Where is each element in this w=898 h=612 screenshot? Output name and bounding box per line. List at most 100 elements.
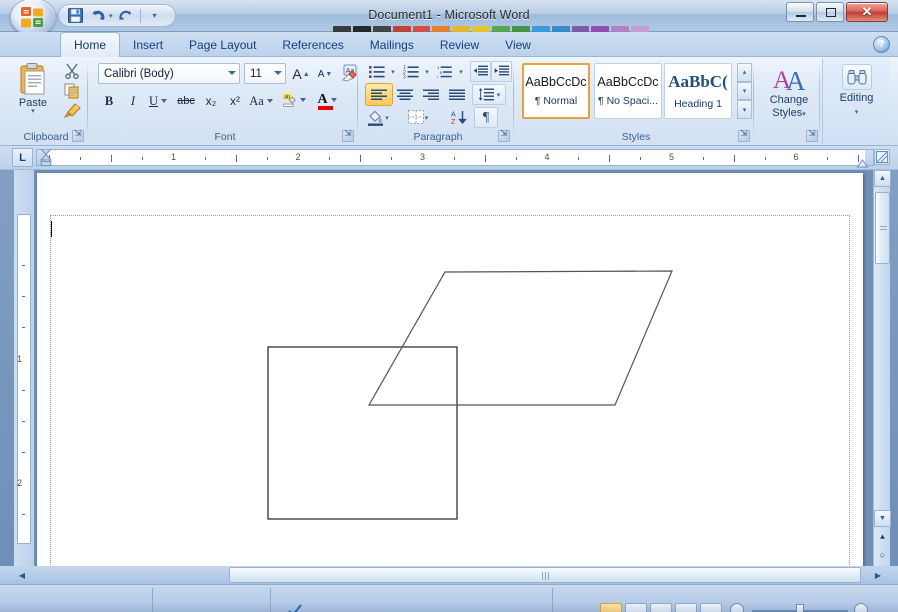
redo-button[interactable] <box>116 6 136 25</box>
chevron-down-icon[interactable] <box>266 99 273 103</box>
styles-scroll-down-button[interactable]: ▾ <box>737 81 752 101</box>
tab-home[interactable]: Home <box>60 32 121 57</box>
bullets-dropdown[interactable]: ▾ <box>388 66 398 78</box>
chevron-down-icon[interactable] <box>330 98 337 102</box>
office-button[interactable] <box>10 0 56 36</box>
ruler-tick-major <box>360 155 362 162</box>
multilevel-list-button[interactable]: 1 a i <box>434 62 456 82</box>
shape-parallelogram[interactable] <box>367 270 673 406</box>
svg-text:A: A <box>451 112 456 119</box>
scroll-down-button[interactable]: ▼ <box>874 510 891 527</box>
text-highlight-button[interactable]: ab <box>282 89 306 111</box>
format-painter-button[interactable] <box>60 101 84 121</box>
clipboard-dialog-launcher[interactable] <box>72 128 84 142</box>
justify-button[interactable] <box>444 84 470 105</box>
tab-insert[interactable]: Insert <box>120 32 176 57</box>
view-ruler-icon <box>876 151 888 163</box>
tab-page-layout[interactable]: Page Layout <box>176 32 269 57</box>
show-formatting-marks-button[interactable]: ¶ <box>474 107 498 128</box>
numbering-dropdown[interactable]: ▾ <box>422 66 432 78</box>
vertical-ruler[interactable]: 12 <box>14 170 34 582</box>
vertical-scrollbar[interactable]: ▲ ▼ ⯅ ○ ⯆ <box>873 170 891 582</box>
scroll-left-button[interactable]: ◀ <box>14 567 30 583</box>
left-indent-marker[interactable] <box>39 149 53 168</box>
chevron-down-icon[interactable] <box>274 71 282 75</box>
underline-button[interactable]: U <box>146 90 170 112</box>
grow-font-button[interactable]: A ▲ <box>290 63 312 85</box>
font-dialog-launcher[interactable] <box>342 128 354 142</box>
align-left-button[interactable] <box>365 83 393 106</box>
customize-qat-button[interactable]: ▾ <box>145 6 165 25</box>
strikethrough-button[interactable]: abc <box>174 90 198 112</box>
font-size-combo[interactable]: 11 <box>244 63 286 84</box>
view-ruler-button[interactable] <box>874 149 890 165</box>
shading-dropdown[interactable] <box>392 107 402 125</box>
close-button[interactable]: ✕ <box>846 2 888 22</box>
scroll-up-button[interactable]: ▲ <box>874 170 891 187</box>
align-right-button[interactable] <box>418 84 444 105</box>
vertical-scroll-thumb[interactable] <box>875 192 890 264</box>
borders-dropdown[interactable] <box>432 107 442 125</box>
undo-dropdown-arrow[interactable]: ▾ <box>109 12 113 20</box>
previous-page-button[interactable]: ⯅ <box>874 528 891 546</box>
borders-button[interactable]: ▾ <box>406 107 430 128</box>
chevron-down-icon[interactable] <box>161 99 168 103</box>
shape-rectangle[interactable] <box>267 346 458 520</box>
font-name-combo[interactable]: Calibri (Body) <box>98 63 240 84</box>
bullets-button[interactable] <box>366 62 388 82</box>
style-card-heading-1[interactable]: AaBbC( Heading 1 <box>664 63 732 119</box>
drawing-canvas[interactable] <box>37 173 863 582</box>
shrink-font-button[interactable]: A ▼ <box>314 63 336 85</box>
tab-view[interactable]: View <box>492 32 544 57</box>
document-page[interactable] <box>37 173 863 582</box>
copy-button[interactable] <box>60 81 84 101</box>
horizontal-scroll-thumb[interactable] <box>229 567 861 583</box>
ribbon-group-editing: Editing ▾ <box>822 58 890 144</box>
superscript-button[interactable]: x² <box>224 90 246 112</box>
italic-button[interactable]: I <box>122 90 144 112</box>
horizontal-scrollbar[interactable]: ◀ ▶ <box>14 566 886 584</box>
tab-references[interactable]: References <box>269 32 356 57</box>
chevron-down-icon[interactable] <box>300 98 306 102</box>
document-area[interactable] <box>34 170 874 582</box>
sort-button[interactable]: A Z <box>446 107 470 128</box>
select-browse-object-button[interactable]: ○ <box>874 546 891 564</box>
clear-formatting-button[interactable]: Aa <box>338 62 362 84</box>
style-card-no-spacing[interactable]: AaBbCcDc ¶ No Spaci... <box>594 63 662 119</box>
restore-button[interactable] <box>816 2 844 22</box>
minimize-button[interactable] <box>786 2 814 22</box>
align-center-button[interactable] <box>392 84 418 105</box>
paragraph-dialog-launcher[interactable] <box>498 128 510 142</box>
increase-indent-button[interactable] <box>491 61 512 82</box>
decrease-indent-button[interactable] <box>470 61 491 82</box>
tab-mailings[interactable]: Mailings <box>357 32 427 57</box>
paste-dropdown-arrow[interactable]: ▾ <box>31 108 35 115</box>
up-arrow-icon: ▲ <box>302 70 310 78</box>
font-color-button[interactable]: A <box>314 89 340 111</box>
tab-review[interactable]: Review <box>427 32 492 57</box>
change-case-button[interactable]: Aa <box>248 90 274 112</box>
paste-button[interactable]: Paste ▾ <box>10 62 56 124</box>
save-button[interactable] <box>65 6 85 25</box>
tab-stop-selector[interactable]: L <box>12 148 33 167</box>
subscript-button[interactable]: x₂ <box>200 90 222 112</box>
line-spacing-button[interactable]: ▾ <box>472 84 506 105</box>
styles-more-button[interactable]: ▾ <box>737 100 752 120</box>
shading-button[interactable]: ▾ <box>366 107 390 128</box>
styles-dialog-launcher[interactable] <box>738 128 750 142</box>
styles-scroll-up-button[interactable]: ▴ <box>737 63 752 82</box>
change-styles-dialog-launcher[interactable] <box>806 128 818 142</box>
change-styles-button[interactable]: A A Change Styles▾ <box>758 62 820 121</box>
editing-button[interactable]: Editing ▾ <box>823 62 890 119</box>
horizontal-ruler[interactable]: 1 2 3 4 5 6 <box>36 149 874 168</box>
style-card-normal[interactable]: AaBbCcDc ¶ Normal <box>522 63 590 119</box>
chevron-down-icon[interactable] <box>228 71 236 75</box>
right-indent-marker[interactable] <box>856 158 869 168</box>
undo-button[interactable] <box>88 6 108 25</box>
help-icon[interactable]: ? <box>873 36 890 53</box>
scroll-right-button[interactable]: ▶ <box>870 567 886 583</box>
multilevel-dropdown[interactable]: ▾ <box>456 66 466 78</box>
cut-button[interactable] <box>60 61 84 81</box>
numbering-button[interactable]: 123 <box>400 62 422 82</box>
bold-button[interactable]: B <box>98 90 120 112</box>
